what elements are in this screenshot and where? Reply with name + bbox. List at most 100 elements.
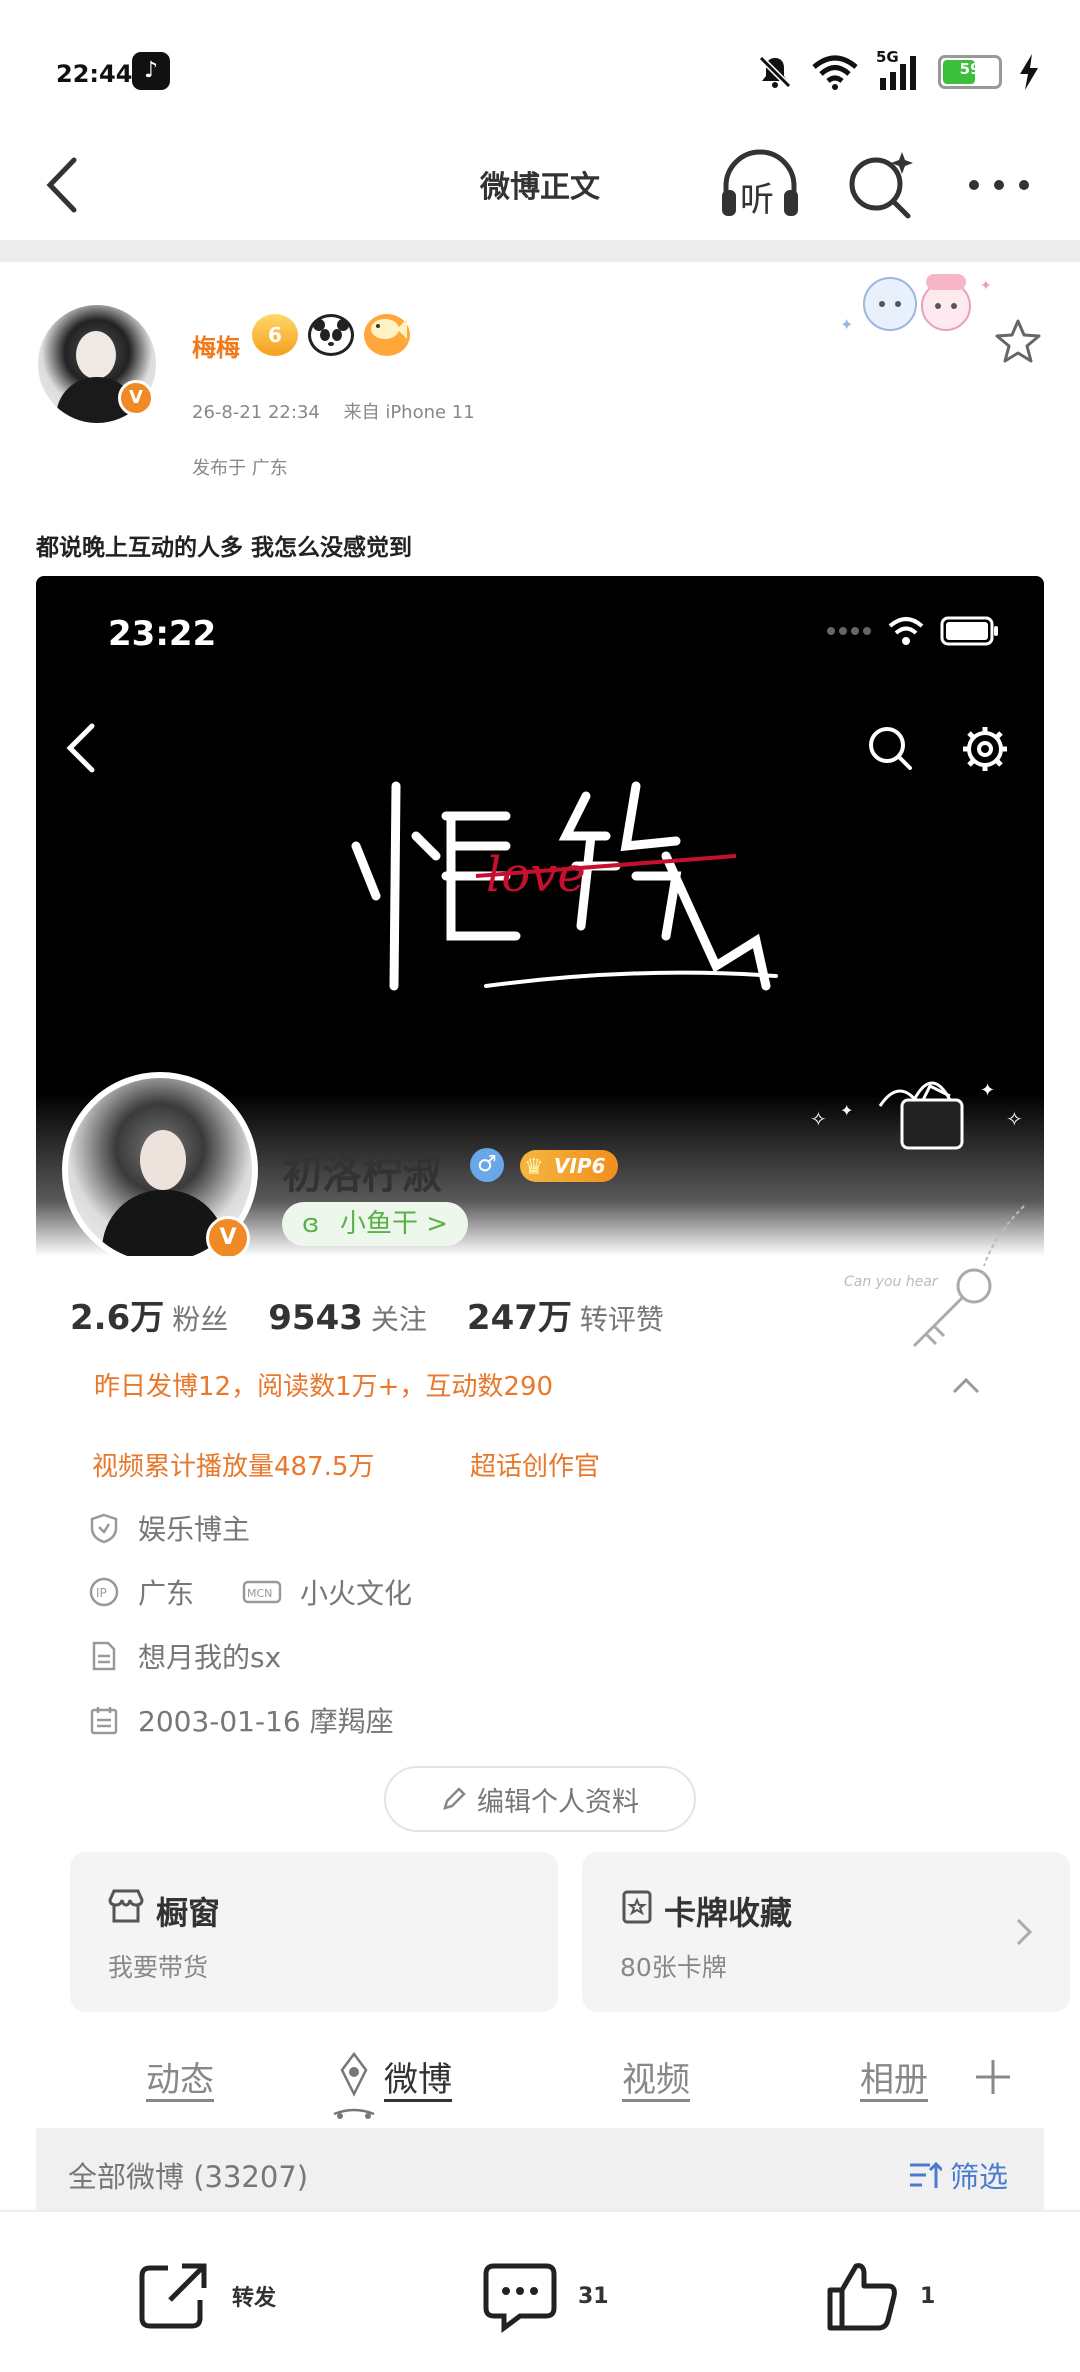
key-decoration: Can you hear [844,1205,1025,1348]
comment-count: 31 [578,2283,609,2309]
post-source: 来自 iPhone 11 [343,402,475,423]
svg-text:✦: ✦ [980,1080,995,1101]
author-name[interactable]: 梅梅 [192,328,240,363]
svg-text:IP: IP [96,1586,107,1600]
banner-calligraphy: love [351,781,778,991]
crown-icon: ♛ [524,1155,544,1180]
status-bar: 22:44 ♪ 5G 59 [0,0,1080,130]
fish-coin-icon: ɞ [302,1209,320,1239]
embed-search-icon [869,727,912,770]
embed-status-time: 23:22 [108,614,217,654]
svg-text:Can you hear: Can you hear [844,1274,939,1290]
repost-button[interactable]: 转发 [134,2256,276,2336]
level-number: 6 [268,323,282,347]
nav-bar: 微博正文 听 [0,130,1080,240]
stat-label: 粉丝 [172,1303,229,1336]
embed-settings-icon [963,727,1007,771]
post-date: 26-8-21 22:34 [192,402,320,423]
card-subtitle: 我要带货 [108,1953,209,1982]
status-time: 22:44 [56,60,133,88]
embed-back-icon [66,723,95,773]
page-title: 微博正文 [480,170,600,205]
author-badges: 6 [252,314,410,356]
status-icons: 5G 59 [756,48,1040,94]
role-text: 娱乐博主 [138,1513,251,1546]
pencil-icon [443,1787,466,1810]
post-image[interactable]: 23:22 love ✧ ✦ ✦ ✧ V 初洛柠淑 ♂ ♛ VIP6 ɞ 小鱼干 > C [36,576,1044,1456]
card-collection-card: 卡牌收藏 80张卡牌 [582,1852,1070,2012]
filter-control: 筛选 [908,2154,1008,2196]
thumbs-up-icon [827,2263,897,2331]
ip-text: 广东 [138,1577,195,1610]
svg-text:✧: ✧ [810,1107,827,1131]
card-title: 橱窗 [156,1894,221,1932]
share-icon [139,2263,207,2329]
showcase-card: 橱窗 我要带货 [70,1852,558,2012]
stat-value: 247万 [466,1298,572,1338]
embed-signal-icon [827,627,871,635]
chevron-up-icon [952,1377,980,1394]
all-weibo-bar: 全部微博 (33207) 筛选 [36,2128,1044,2218]
cellular-signal-icon: 5G [876,48,922,92]
banner-love-text: love [486,847,586,903]
panda-badge-icon [308,314,354,356]
diamond-decoration-icon [333,2051,375,2119]
wifi-icon [812,55,858,90]
bio-text: 想月我的sx [138,1641,282,1674]
svg-text:✦: ✦ [840,315,853,334]
bag-decoration: ✧ ✦ ✦ ✧ [810,1080,1023,1150]
document-icon [92,1641,116,1671]
stat-label: 转评赞 [579,1303,664,1336]
svg-text:MCN: MCN [247,1587,272,1600]
favorite-star-icon[interactable] [992,316,1044,368]
comment-button[interactable]: 31 [480,2256,609,2336]
tab-dynamic: 动态 [146,2060,214,2100]
fish-points-pill: ɞ 小鱼干 > [282,1202,469,1246]
vip-badge: ♛ VIP6 [520,1150,618,1182]
verified-badge-icon: V [118,380,154,416]
more-icon[interactable] [964,160,1034,210]
card-subtitle: 80张卡牌 [620,1953,727,1982]
add-tab-icon [976,2060,1010,2094]
section-divider [0,240,1080,262]
listen-button[interactable]: 听 [718,146,802,222]
stat-fans: 2.6万 粉丝 [70,1290,228,1339]
store-icon [108,1889,144,1923]
calendar-icon [90,1707,118,1735]
embed-status-icons [826,616,1000,646]
bottom-action-bar: 转发 31 1 [0,2210,1080,2372]
profile-verified-icon: V [206,1216,250,1260]
cute-sticker-decoration: ✦✦ [840,274,992,334]
birthday-row: 2003-01-16 摩羯座 [88,1700,394,1740]
charging-bolt-icon [1020,54,1038,90]
post-meta: 26-8-21 22:34 来自 iPhone 11 [192,398,493,424]
stat-value: 9543 [268,1298,363,1338]
fish-badge-icon [364,314,410,356]
like-count: 1 [920,2283,936,2309]
shield-icon [90,1513,118,1544]
mute-bell-icon [758,55,792,89]
card-title: 卡牌收藏 [664,1894,793,1932]
tiktok-icon: ♪ [132,52,170,90]
ip-row: IP 广东 MCN 小火文化 [88,1572,412,1612]
role-row: 娱乐博主 [88,1508,250,1548]
post-text: 都说晚上互动的人多 我怎么没感觉到 [36,535,413,561]
tab-album: 相册 [860,2060,928,2100]
male-gender-icon: ♂ [470,1148,504,1182]
bio-row: 想月我的sx [88,1636,281,1676]
svg-text:✦: ✦ [980,278,992,294]
embed-wifi-icon [888,617,924,645]
activity-summary: 昨日发博12，阅读数1万+，互动数290 [94,1372,554,1402]
ai-search-icon[interactable] [842,146,918,222]
card-star-icon [622,1890,652,1924]
stat-label: 关注 [370,1303,427,1336]
tab-video: 视频 [622,2060,690,2100]
filter-icon [909,2161,942,2188]
like-button[interactable]: 1 [822,2256,935,2336]
filter-label: 筛选 [949,2160,1008,2194]
all-weibo-count: 全部微博 (33207) [68,2160,309,2194]
chevron-right-icon [1016,1918,1033,1946]
comment-icon [483,2263,557,2333]
tab-weibo: 微博 [384,2060,452,2100]
battery-level: 59 [959,60,981,78]
